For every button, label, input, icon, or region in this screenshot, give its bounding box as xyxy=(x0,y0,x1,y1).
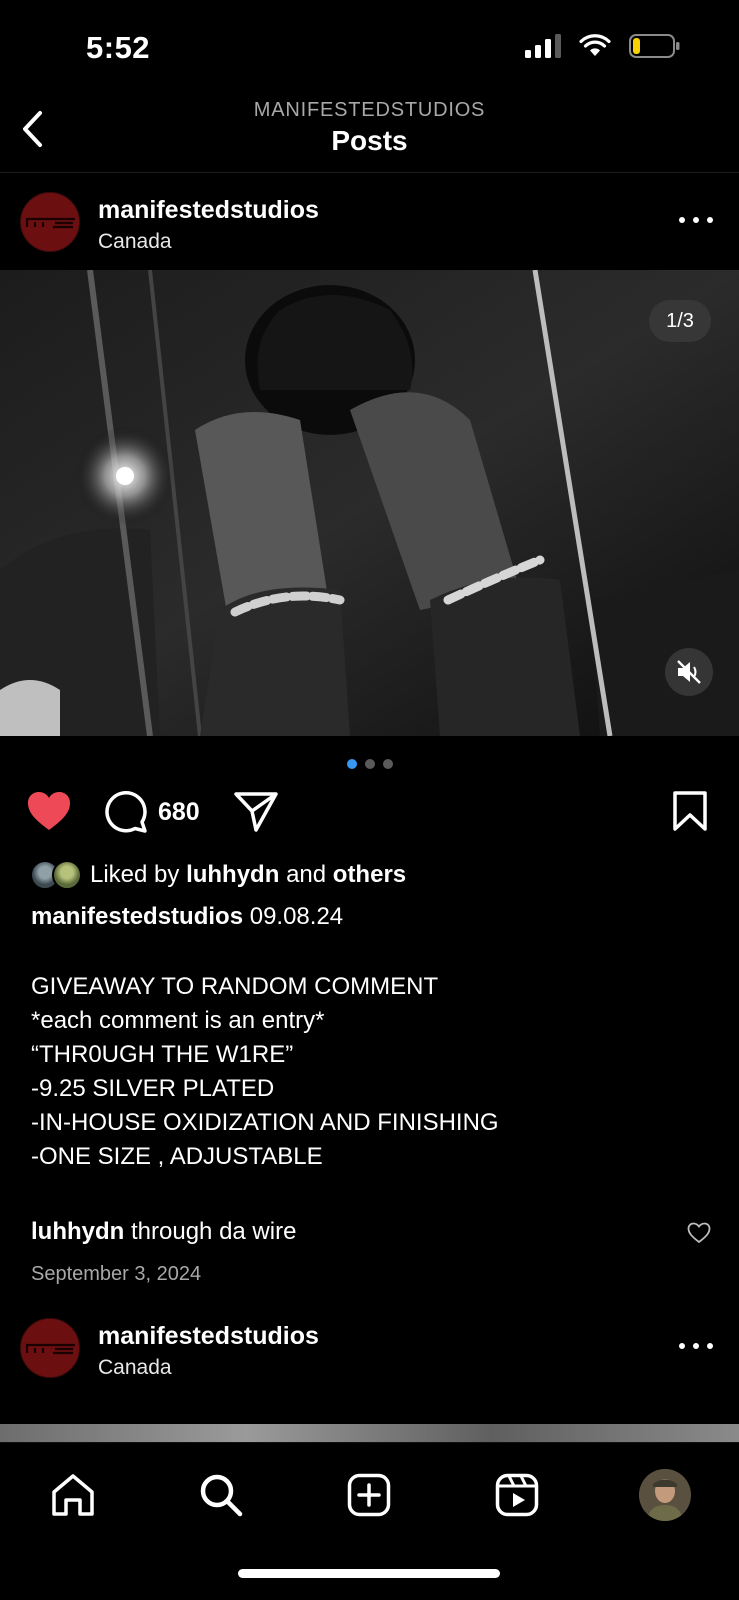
post-actions: 680 xyxy=(0,790,739,840)
tab-reels[interactable] xyxy=(491,1469,543,1521)
battery-icon xyxy=(629,34,680,58)
liked-by-prefix: Liked by xyxy=(90,861,180,888)
tab-create[interactable] xyxy=(343,1469,395,1521)
paper-plane-icon xyxy=(234,792,278,832)
post-location[interactable]: Canada xyxy=(98,230,172,254)
liked-by-user[interactable]: luhhydn xyxy=(186,861,279,889)
tab-home[interactable] xyxy=(47,1469,99,1521)
comment-button[interactable]: 680 xyxy=(104,790,200,834)
home-indicator xyxy=(238,1569,500,1578)
save-button[interactable] xyxy=(672,790,708,832)
comment-heart-icon[interactable] xyxy=(687,1222,711,1244)
caption-line: -9.25 SILVER PLATED xyxy=(31,1075,275,1102)
liked-by-and: and xyxy=(286,861,327,888)
speaker-muted-icon xyxy=(677,660,701,684)
avatar[interactable] xyxy=(20,1318,80,1378)
status-time: 5:52 xyxy=(86,30,151,65)
post-photo xyxy=(0,270,739,736)
tab-profile[interactable] xyxy=(639,1469,691,1521)
caption-body: GIVEAWAY TO RANDOM COMMENT *each comment… xyxy=(31,970,499,1174)
search-icon xyxy=(200,1474,243,1517)
comment-count: 680 xyxy=(158,797,200,826)
more-options-button[interactable] xyxy=(679,1336,713,1356)
caption-header: manifestedstudios 09.08.24 xyxy=(31,903,343,931)
create-plus-icon xyxy=(347,1473,391,1517)
status-bar: 5:52 xyxy=(0,0,739,95)
comment-text: through da wire xyxy=(131,1218,297,1245)
bottom-tab-bar xyxy=(0,1442,739,1600)
comment-username[interactable]: luhhydn xyxy=(31,1218,124,1245)
cellular-signal-icon xyxy=(525,34,561,58)
caption-line: *each comment is an entry* xyxy=(31,1007,325,1034)
comment-bubble-icon xyxy=(105,791,147,833)
wifi-icon xyxy=(579,34,611,56)
brand-logo-icon xyxy=(21,193,79,251)
post-date: September 3, 2024 xyxy=(31,1263,202,1285)
heart-filled-icon xyxy=(28,792,70,830)
brand-logo-icon xyxy=(21,1319,79,1377)
caption-line: -IN-HOUSE OXIDIZATION AND FINISHING xyxy=(31,1109,499,1136)
page-title: Posts xyxy=(331,125,408,156)
mute-button[interactable] xyxy=(665,648,713,696)
next-post-header: manifestedstudios Canada xyxy=(0,1300,739,1396)
tab-search[interactable] xyxy=(195,1469,247,1521)
post-header: manifestedstudios Canada xyxy=(0,174,739,270)
carousel-dot xyxy=(364,759,375,769)
more-horizontal-icon xyxy=(679,1343,685,1349)
post-username[interactable]: manifestedstudios xyxy=(98,196,319,225)
caption-username[interactable]: manifestedstudios xyxy=(31,903,243,930)
caption-date: 09.08.24 xyxy=(249,903,344,930)
carousel-dots xyxy=(0,759,739,769)
carousel-dot-active xyxy=(346,759,357,769)
profile-avatar xyxy=(639,1469,691,1521)
more-horizontal-icon xyxy=(679,217,685,223)
post-username[interactable]: manifestedstudios xyxy=(98,1322,319,1351)
reels-icon xyxy=(495,1473,539,1517)
carousel-dot xyxy=(382,759,393,769)
bookmark-icon xyxy=(673,791,707,831)
home-icon xyxy=(52,1474,94,1516)
like-button[interactable] xyxy=(26,790,72,832)
next-post-media[interactable] xyxy=(0,1424,739,1442)
liked-by-row[interactable]: Liked by luhhydn and others xyxy=(30,860,406,890)
top-comment[interactable]: luhhydn through da wire xyxy=(31,1218,711,1246)
header-subtitle: MANIFESTEDSTUDIOS xyxy=(253,99,486,121)
liked-by-others[interactable]: others xyxy=(333,861,406,889)
more-options-button[interactable] xyxy=(679,210,713,230)
liker-avatar xyxy=(52,860,82,890)
post-media[interactable]: 1/3 xyxy=(0,270,739,736)
nav-header: MANIFESTEDSTUDIOS Posts xyxy=(0,95,739,173)
caption-line: GIVEAWAY TO RANDOM COMMENT xyxy=(31,973,439,1000)
caption-line: “THR0UGH THE W1RE” xyxy=(31,1041,294,1068)
avatar[interactable] xyxy=(20,192,80,252)
media-counter: 1/3 xyxy=(649,300,711,342)
share-button[interactable] xyxy=(234,790,278,832)
caption-line: -ONE SIZE , ADJUSTABLE xyxy=(31,1143,323,1170)
post-location[interactable]: Canada xyxy=(98,1356,172,1380)
status-icons xyxy=(525,34,681,58)
